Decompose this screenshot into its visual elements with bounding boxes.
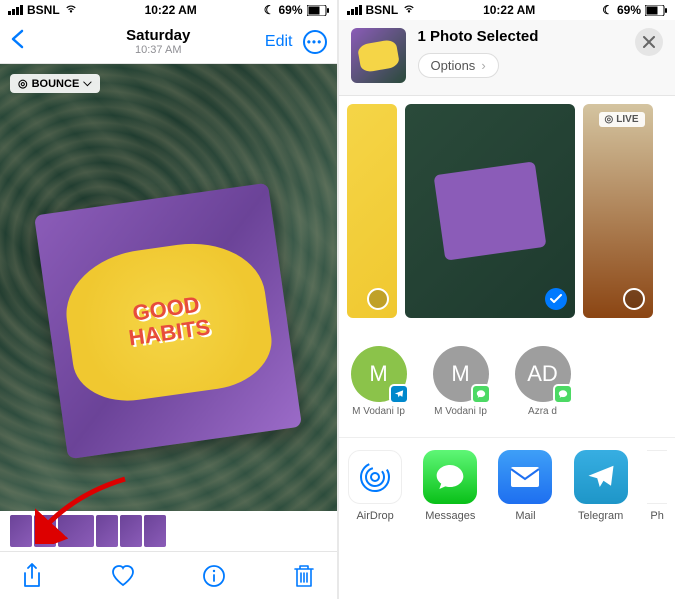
selected-photo-thumb [351,28,406,83]
moon-icon: ☾ [602,3,613,17]
app-label: AirDrop [356,510,393,522]
app-label: Messages [425,510,475,522]
wifi-icon [402,2,416,19]
app-messages[interactable]: Messages [422,450,479,522]
photo-picker-strip[interactable]: ◎ LIVE [339,96,675,326]
contact-item[interactable]: M M Vodani Ip [347,346,411,417]
telegram-badge-icon [389,384,409,404]
share-button[interactable] [20,564,44,588]
photo-detail-screen: BSNL 10:22 AM ☾ 69% Saturday 10:37 AM Ed… [0,0,337,599]
wifi-icon [64,2,78,19]
nav-bar: Saturday 10:37 AM Edit ••• [0,20,337,64]
share-title: 1 Photo Selected [418,28,664,45]
avatar: M [351,346,407,402]
nav-title: Saturday [60,27,257,44]
back-button[interactable] [10,36,24,53]
info-button[interactable] [202,564,226,588]
signal-bars-icon [347,5,362,15]
app-telegram[interactable]: Telegram [572,450,629,522]
bottom-toolbar [0,551,337,599]
concentric-circles-icon: ◎ [605,114,614,125]
concentric-circles-icon: ◎ [18,77,28,90]
contact-name: M Vodani Ip [434,406,487,417]
selection-circle-icon[interactable] [367,288,389,310]
selection-check-icon[interactable] [545,288,567,310]
carrier-label: BSNL [27,3,60,17]
thumbnail-current[interactable] [58,515,94,547]
avatar: M [433,346,489,402]
status-time: 10:22 AM [483,3,535,17]
picker-photo[interactable]: ◎ LIVE [583,104,653,318]
more-button[interactable]: ••• [303,30,327,54]
picker-photo[interactable] [347,104,397,318]
app-label: Telegram [578,510,623,522]
battery-percent: 69% [278,3,302,17]
close-button[interactable] [635,28,663,56]
options-label: Options [431,58,476,73]
bounce-label: BOUNCE [32,78,80,90]
airdrop-icon [348,450,402,504]
contact-item[interactable]: M M Vodani Ip [429,346,493,417]
carrier-label: BSNL [366,3,399,17]
thumbnail[interactable] [96,515,118,547]
thumbnail-strip[interactable] [0,511,337,551]
status-bar: BSNL 10:22 AM ☾ 69% [0,0,337,20]
status-bar: BSNL 10:22 AM ☾ 69% [339,0,675,20]
thumbnail[interactable] [10,515,32,547]
selection-circle-icon[interactable] [623,288,645,310]
messages-badge-icon [471,384,491,404]
thumbnail[interactable] [34,515,56,547]
app-label: Mail [515,510,535,522]
avatar: AD [515,346,571,402]
delete-button[interactable] [292,564,316,588]
battery-percent: 69% [617,3,641,17]
nav-subtitle: 10:37 AM [60,44,257,56]
picker-photo-selected[interactable] [405,104,575,318]
battery-icon [307,5,329,16]
chevron-down-icon: ⌵ [83,77,91,90]
status-time: 10:22 AM [145,3,197,17]
thumbnail[interactable] [120,515,142,547]
chevron-right-icon: › [481,58,485,73]
mail-icon [498,450,552,504]
options-button[interactable]: Options › [418,53,499,78]
signal-bars-icon [8,5,23,15]
favorite-button[interactable] [111,564,135,588]
app-mail[interactable]: Mail [497,450,554,522]
share-sheet-screen: BSNL 10:22 AM ☾ 69% 1 Photo Selected Opt… [339,0,675,599]
contact-name: Azra d [528,406,557,417]
messages-badge-icon [553,384,573,404]
thumbnail[interactable] [144,515,166,547]
telegram-icon [574,450,628,504]
live-badge: ◎ LIVE [599,112,645,127]
share-sheet-header: 1 Photo Selected Options › [339,20,675,96]
live-photo-mode-button[interactable]: ◎ BOUNCE ⌵ [10,74,100,93]
contact-name: M Vodani Ip [352,406,405,417]
messages-icon [423,450,477,504]
app-photos-partial[interactable]: Ph [647,450,667,522]
photo-viewer[interactable]: ◎ BOUNCE ⌵ GOODHABITS [0,64,337,511]
edit-button[interactable]: Edit [265,33,293,51]
share-contacts-row: M M Vodani Ip M M Vodani Ip AD [339,334,675,429]
contact-item[interactable]: AD Azra d [511,346,575,417]
moon-icon: ☾ [264,3,275,17]
photos-icon [647,450,667,504]
battery-icon [645,5,667,16]
app-airdrop[interactable]: AirDrop [347,450,404,522]
app-label: Ph [650,510,663,522]
share-apps-row: AirDrop Messages Mail Telegram Ph [339,437,675,534]
